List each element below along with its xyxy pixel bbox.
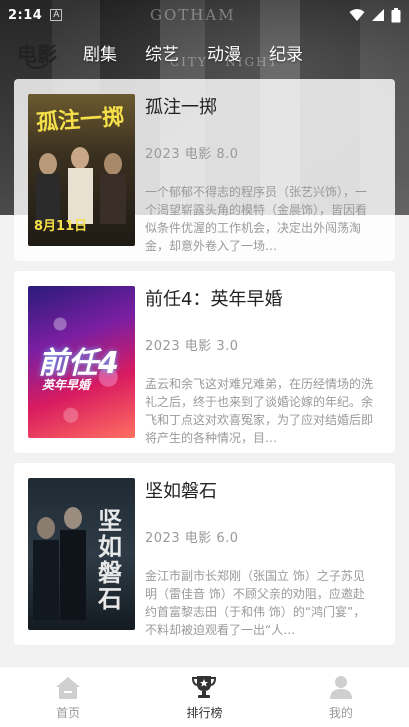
movie-title: 孤注一掷 <box>145 97 217 118</box>
movie-poster: 前任4 英年早婚 <box>28 286 135 438</box>
home-icon <box>56 677 81 699</box>
tab-series[interactable]: 剧集 <box>83 40 117 65</box>
tab-active-indicator <box>25 62 49 69</box>
poster-title: 坚如磐石 <box>98 506 122 613</box>
movie-meta: 2023 电影 8.0 <box>145 147 239 162</box>
poster-date: 8月11日 <box>34 219 88 234</box>
status-time: 2:14 <box>8 7 43 23</box>
poster-figures <box>36 147 126 224</box>
status-indicator: A <box>50 9 63 21</box>
movie-card[interactable]: 前任4 英年早婚 前任4：英年早婚 2023 电影 3.0 孟云和余飞这对难兄难… <box>14 271 395 453</box>
movie-poster: 坚如磐石 <box>28 478 135 630</box>
nav-ranking[interactable]: 排行榜 <box>136 667 272 727</box>
nav-label: 首页 <box>56 706 81 720</box>
movie-description: 金江市副市长郑刚（张国立 饰）之子苏见明（雷佳音 饰）不顾父亲的劝阻，应邀赴约首… <box>145 569 366 637</box>
status-bar: 2:14 A <box>0 0 409 30</box>
battery-icon <box>391 7 401 22</box>
trophy-icon <box>192 676 217 698</box>
tab-documentary[interactable]: 纪录 <box>269 40 303 65</box>
tab-movie[interactable]: 电影 <box>17 38 57 69</box>
poster-subtitle: 英年早婚 <box>42 378 91 392</box>
movie-description: 孟云和余飞这对难兄难弟，在历经情场的洗礼之后，终于也来到了谈婚论嫁的年纪。余飞和… <box>145 377 374 445</box>
bottom-navigation: 首页 排行榜 我的 <box>0 666 409 727</box>
tab-variety[interactable]: 综艺 <box>145 40 179 65</box>
nav-label: 我的 <box>328 706 353 720</box>
nav-label: 排行榜 <box>186 706 223 720</box>
person-icon <box>329 676 352 699</box>
movie-title: 坚如磐石 <box>145 481 217 502</box>
movie-poster: 孤注一掷 8月11日 <box>28 94 135 246</box>
movie-description: 一个郁郁不得志的程序员（张艺兴饰），一个渴望崭露头角的模特（金晨饰），皆因看似条… <box>145 185 368 253</box>
nav-home[interactable]: 首页 <box>0 667 136 727</box>
movie-meta: 2023 电影 3.0 <box>145 339 239 354</box>
movie-title: 前任4：英年早婚 <box>145 289 283 310</box>
movie-meta: 2023 电影 6.0 <box>145 531 239 546</box>
signal-icon <box>372 9 384 21</box>
category-tabs: 电影 剧集 综艺 动漫 纪录 <box>0 34 409 70</box>
nav-profile[interactable]: 我的 <box>273 667 409 727</box>
movie-list: 孤注一掷 8月11日 孤注一掷 2023 电影 8.0 一个郁郁不得志的程序员（… <box>14 79 395 655</box>
poster-title: 孤注一掷 <box>35 103 125 137</box>
movie-card[interactable]: 坚如磐石 坚如磐石 2023 电影 6.0 金江市副市长郑刚（张国立 饰）之子苏… <box>14 463 395 645</box>
movie-card[interactable]: 孤注一掷 8月11日 孤注一掷 2023 电影 8.0 一个郁郁不得志的程序员（… <box>14 79 395 261</box>
tab-anime[interactable]: 动漫 <box>207 40 241 65</box>
wifi-icon <box>349 9 365 21</box>
